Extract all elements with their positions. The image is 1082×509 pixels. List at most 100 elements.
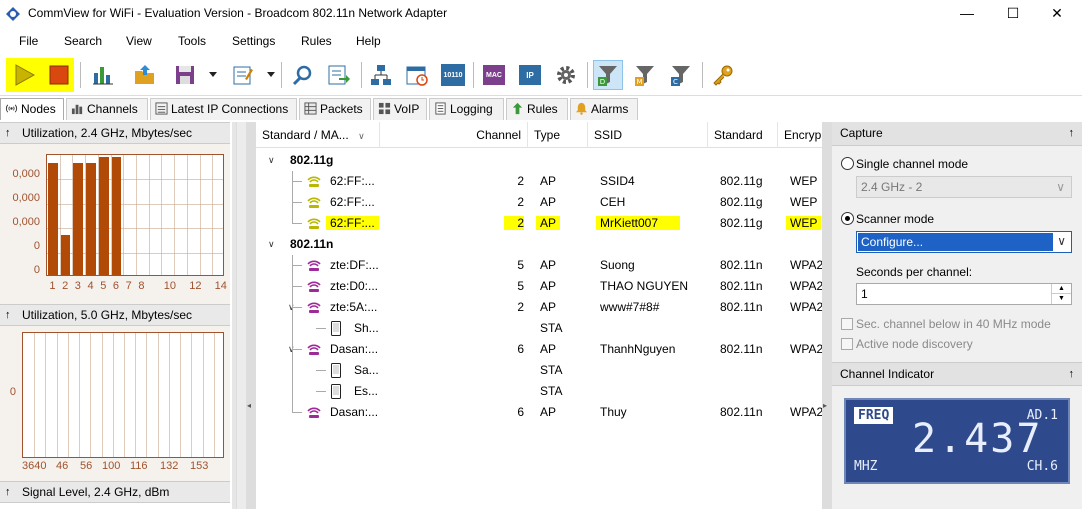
menu-search[interactable]: Search — [64, 34, 102, 48]
stop-icon — [49, 65, 69, 85]
access-point-row[interactable]: Dasan:... 6 AP Thuy 802.11n WPA2 — [256, 402, 822, 423]
collapse-right-icon[interactable]: ▸ — [823, 401, 827, 410]
center-splitter[interactable]: ◂ — [246, 122, 256, 509]
toolbar-separator — [587, 62, 588, 88]
close-button[interactable]: ✕ — [1034, 0, 1080, 28]
tab-label: Rules — [527, 102, 558, 116]
scheduler-button[interactable] — [402, 60, 432, 90]
save-button[interactable] — [170, 60, 200, 90]
tab-channels[interactable]: Channels — [66, 98, 148, 120]
type-cell: AP — [540, 405, 557, 419]
ip-aliases-button[interactable]: IP — [515, 60, 545, 90]
group-row-80211n[interactable]: ∨ 802.11n — [256, 234, 822, 255]
column-header-type[interactable]: Type — [528, 122, 588, 148]
access-point-row[interactable]: ∨Dasan:...6APThanhNguyen802.11nWPA2 — [256, 339, 822, 360]
right-splitter[interactable]: ▸ — [822, 122, 832, 509]
standard-cell: 802.11n — [720, 258, 763, 272]
column-header-channel[interactable]: Channel — [380, 122, 528, 148]
collapse-chevron-icon[interactable]: ∨ — [268, 155, 275, 166]
column-header-encryption[interactable]: Encryp — [778, 122, 822, 148]
maximize-button[interactable]: ☐ — [990, 0, 1036, 28]
access-point-row[interactable]: 62:FF:... 2 AP SSID4 802.11g WEP — [256, 171, 822, 192]
minimize-button[interactable]: — — [944, 0, 990, 28]
statistics-button[interactable] — [88, 60, 118, 90]
tree-guide-line — [292, 171, 293, 224]
access-point-row[interactable]: 62:FF:... 2 AP MrKiett007 802.11g WEP — [256, 213, 822, 234]
save-dropdown-arrow[interactable] — [209, 72, 217, 77]
options-button[interactable] — [551, 60, 581, 90]
stop-button[interactable] — [44, 60, 74, 90]
station-row[interactable]: Sa... STA — [256, 360, 822, 381]
standard-cell: 802.11g — [720, 174, 763, 188]
toolbar-separator — [281, 62, 282, 88]
export-button[interactable] — [324, 60, 354, 90]
menu-rules[interactable]: Rules — [301, 34, 332, 48]
menu-tools[interactable]: Tools — [178, 34, 206, 48]
single-channel-radio[interactable] — [841, 157, 854, 170]
tab-alarms[interactable]: Alarms — [570, 98, 638, 120]
access-point-row[interactable]: zte:DF:... 5 AP Suong 802.11n WPA2 — [256, 255, 822, 276]
column-header-standard-mac[interactable]: Standard / MA... ∨ — [256, 122, 380, 148]
search-button[interactable] — [288, 60, 318, 90]
menu-help[interactable]: Help — [356, 34, 381, 48]
menu-view[interactable]: View — [126, 34, 152, 48]
access-point-row[interactable]: ∨zte:5A:...2APwww#7#8#802.11nWPA2 — [256, 297, 822, 318]
wep-keys-button[interactable] — [708, 60, 738, 90]
svg-text:D: D — [600, 78, 605, 86]
collapse-chevron-icon[interactable]: ∨ — [268, 239, 275, 250]
channel-indicator-header[interactable]: Channel Indicator ↑ — [832, 362, 1082, 386]
tab-nodes[interactable]: Nodes — [0, 98, 64, 120]
control-filter-button[interactable]: C — [666, 60, 696, 90]
play-button[interactable] — [9, 60, 39, 90]
sec-channel-checkbox[interactable] — [841, 318, 853, 330]
gear-icon — [557, 66, 575, 84]
packet-generator-button[interactable]: 10110 — [438, 60, 468, 90]
open-button[interactable] — [130, 60, 160, 90]
station-row[interactable]: Sh... STA — [256, 318, 822, 339]
menu-file[interactable]: File — [19, 34, 38, 48]
spinner-buttons[interactable]: ▲ ▼ — [1051, 284, 1071, 304]
spinner-down-icon[interactable]: ▼ — [1052, 294, 1071, 303]
section-header-utilization-50[interactable]: ↑ Utilization, 5.0 GHz, Mbytes/sec — [0, 304, 230, 326]
grid-line — [213, 333, 215, 457]
column-header-ssid[interactable]: SSID — [588, 122, 708, 148]
mac-aliases-button[interactable]: MAC — [479, 60, 509, 90]
tab-logging[interactable]: Logging — [429, 98, 504, 120]
channel-cell: 5 — [517, 279, 524, 293]
group-row-80211g[interactable]: ∨ 802.11g — [256, 150, 822, 171]
open-folder-icon — [135, 65, 154, 84]
collapse-left-icon[interactable]: ◂ — [247, 401, 251, 410]
tab-voip[interactable]: VoIP — [373, 98, 427, 120]
station-row[interactable]: Es... STA — [256, 381, 822, 402]
report-dropdown-arrow[interactable] — [267, 72, 275, 77]
bar-channel-5 — [98, 157, 109, 275]
capture-header[interactable]: Capture ↑ — [832, 122, 1082, 146]
type-cell: STA — [540, 321, 563, 335]
column-header-standard[interactable]: Standard — [708, 122, 778, 148]
section-header-signal-level[interactable]: ↑ Signal Level, 2.4 GHz, dBm — [0, 481, 230, 503]
single-channel-select[interactable]: 2.4 GHz - 2 ∨ — [856, 176, 1072, 198]
tab-latest-ip-connections[interactable]: Latest IP Connections — [150, 98, 297, 120]
grid-line — [168, 333, 170, 457]
scanner-mode-radio[interactable] — [841, 212, 854, 225]
access-point-row[interactable]: zte:D0:... 5 AP THAO NGUYEN 802.11n WPA2 — [256, 276, 822, 297]
tab-packets[interactable]: Packets — [299, 98, 371, 120]
report-button[interactable] — [228, 60, 258, 90]
management-filter-button[interactable]: M — [630, 60, 660, 90]
spinner-up-icon[interactable]: ▲ — [1052, 284, 1071, 294]
network-button[interactable] — [366, 60, 396, 90]
section-header-utilization-24[interactable]: ↑ Utilization, 2.4 GHz, Mbytes/sec — [0, 122, 230, 144]
channel-cell: 2 — [517, 195, 524, 209]
data-filter-button[interactable]: D — [593, 60, 623, 90]
menu-settings[interactable]: Settings — [232, 34, 275, 48]
access-point-row[interactable]: 62:FF:... 2 AP CEH 802.11g WEP — [256, 192, 822, 213]
seconds-per-channel-input[interactable]: 1 ▲ ▼ — [856, 283, 1072, 305]
active-discovery-checkbox[interactable] — [841, 338, 853, 350]
tab-rules[interactable]: Rules — [506, 98, 568, 120]
svg-text:C: C — [673, 78, 678, 86]
bar-channel-6 — [111, 157, 122, 275]
access-point-icon — [307, 176, 321, 187]
configure-dropdown[interactable]: Configure... ∨ — [856, 231, 1072, 253]
filter-data-icon: D — [598, 66, 617, 86]
mac-address-cell: Sa... — [354, 363, 379, 377]
